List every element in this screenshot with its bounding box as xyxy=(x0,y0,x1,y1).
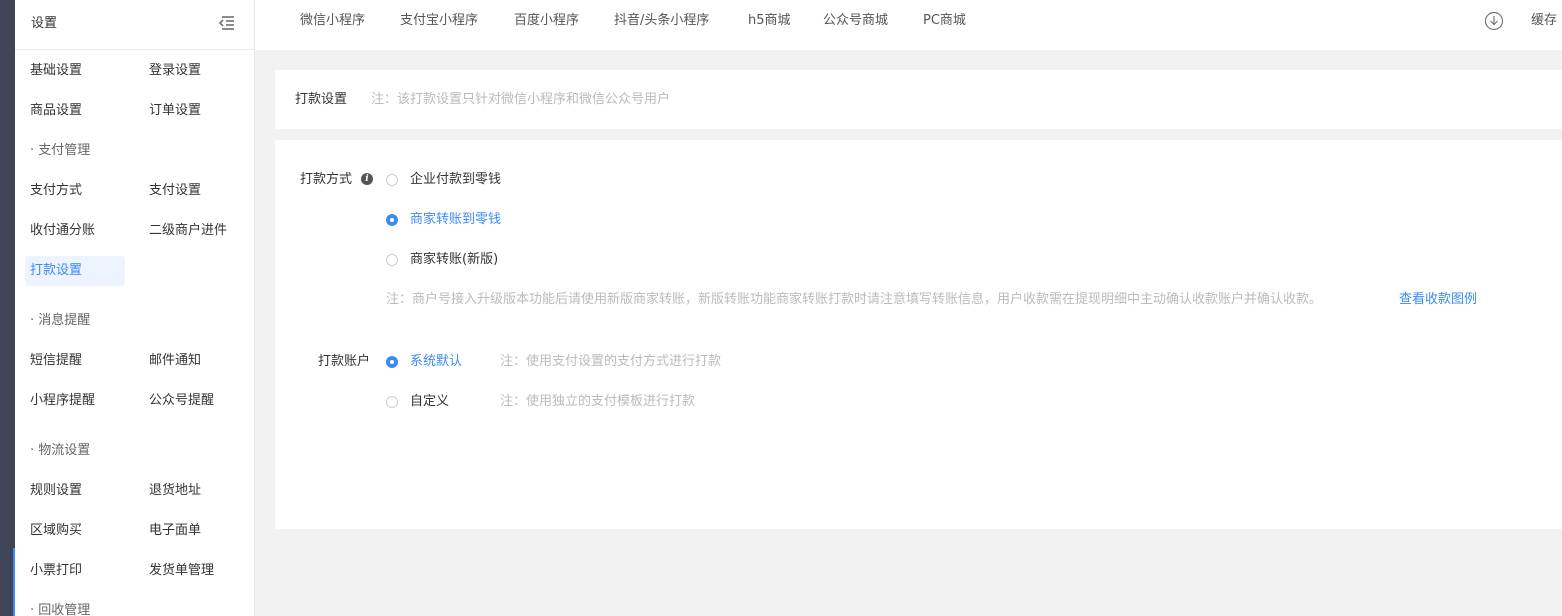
tab-baidu-miniprogram[interactable]: 百度小程序 xyxy=(514,11,579,31)
page-title: 打款设置 xyxy=(295,92,348,107)
sidebar-row: · 消息提醒 xyxy=(15,301,254,341)
radio-custom[interactable] xyxy=(386,396,398,408)
sidebar-item[interactable]: 电子面单 xyxy=(149,521,239,541)
sidebar-item[interactable]: 小票打印 xyxy=(30,561,82,581)
radio-label-custom[interactable]: 自定义 xyxy=(410,392,449,412)
sidebar-row: · 回收管理 xyxy=(15,591,254,616)
sidebar-header: 设置 xyxy=(15,0,254,50)
tab-douyin-miniprogram[interactable]: 抖音/头条小程序 xyxy=(614,11,709,31)
sidebar-section-header: · 回收管理 xyxy=(30,603,91,616)
payout-settings-form: 打款方式 i 企业付款到零钱 商家转账到零钱 商家转账(新版) 注：商户号接入升… xyxy=(275,140,1562,529)
sidebar-item[interactable]: 二级商户进件 xyxy=(149,221,239,241)
payout-account-label: 打款账户 xyxy=(318,354,371,369)
sidebar-item[interactable]: 小程序提醒 xyxy=(30,391,95,411)
radio-merchant-transfer-new[interactable] xyxy=(386,254,398,266)
tab-pc-mall[interactable]: PC商城 xyxy=(923,11,966,31)
sidebar-item[interactable]: 公众号提醒 xyxy=(149,391,239,411)
list-collapse-icon[interactable] xyxy=(218,14,236,32)
sidebar-item[interactable]: 商品设置 xyxy=(30,101,82,121)
sidebar-item[interactable]: 订单设置 xyxy=(149,101,239,121)
tab-official-account-mall[interactable]: 公众号商城 xyxy=(823,11,888,31)
radio-enterprise-payment[interactable] xyxy=(386,174,398,186)
sidebar-row: 小程序提醒 公众号提醒 xyxy=(15,381,254,421)
sidebar-item[interactable]: 基础设置 xyxy=(30,61,82,81)
sidebar-row: 收付通分账 二级商户进件 xyxy=(15,211,254,251)
radio-system-default[interactable] xyxy=(386,356,398,368)
top-platform-tabs: 微信小程序 支付宝小程序 百度小程序 抖音/头条小程序 h5商城 公众号商城 P… xyxy=(255,0,1562,50)
radio-merchant-transfer[interactable] xyxy=(386,214,398,226)
sidebar-row: 短信提醒 邮件通知 xyxy=(15,341,254,381)
sidebar-row: 支付方式 支付设置 xyxy=(15,171,254,211)
sidebar-row: 小票打印 发货单管理 xyxy=(15,551,254,591)
sidebar-row: 商品设置 订单设置 xyxy=(15,91,254,131)
payout-method-label: 打款方式 xyxy=(300,172,353,187)
sidebar-menu: 基础设置 登录设置商品设置 订单设置 · 支付管理支付方式 支付设置收付通分账 二级商户进… xyxy=(15,50,254,616)
sidebar-item[interactable]: 区域购买 xyxy=(30,521,82,541)
sidebar-row: 打款设置 xyxy=(15,251,254,291)
sidebar-section-header: · 物流设置 xyxy=(30,443,91,458)
sidebar-item[interactable]: 支付方式 xyxy=(30,181,82,201)
sidebar-item[interactable]: 收付通分账 xyxy=(30,221,95,241)
sidebar-row: · 支付管理 xyxy=(15,131,254,171)
sidebar-row: 区域购买 电子面单 xyxy=(15,511,254,551)
sidebar-row: · 物流设置 xyxy=(15,431,254,471)
sidebar-row: 规则设置 退货地址 xyxy=(15,471,254,511)
sidebar-section-header: · 支付管理 xyxy=(30,143,91,158)
radio-label-enterprise-payment[interactable]: 企业付款到零钱 xyxy=(410,170,501,190)
sidebar-section-header: · 消息提醒 xyxy=(30,313,91,328)
radio-label-merchant-transfer-new[interactable]: 商家转账(新版) xyxy=(410,250,498,270)
sidebar-title: 设置 xyxy=(31,16,58,31)
system-default-note: 注：使用支付设置的支付方式进行打款 xyxy=(500,354,722,369)
info-icon[interactable]: i xyxy=(361,173,373,185)
payout-settings-header-card: 打款设置 注：该打款设置只针对微信小程序和微信公众号用户 xyxy=(275,70,1562,129)
sidebar-item[interactable]: 规则设置 xyxy=(30,481,82,501)
settings-sidebar: 设置 基础设置 登录设置商品设置 订单设置 · 支付管理支付方式 支付设置收付通分账 二级… xyxy=(15,0,255,616)
sidebar-item[interactable]: 退货地址 xyxy=(149,481,239,501)
download-circle-icon[interactable] xyxy=(1484,11,1504,31)
tab-wechat-miniprogram[interactable]: 微信小程序 xyxy=(300,11,365,31)
sidebar-item[interactable]: 短信提醒 xyxy=(30,351,82,371)
cache-button[interactable]: 缓存 xyxy=(1531,11,1557,31)
page-note: 注：该打款设置只针对微信小程序和微信公众号用户 xyxy=(371,92,671,107)
radio-label-merchant-transfer[interactable]: 商家转账到零钱 xyxy=(410,210,501,230)
sidebar-item[interactable]: 发货单管理 xyxy=(149,561,239,581)
sidebar-item[interactable]: 登录设置 xyxy=(149,61,239,81)
tab-alipay-miniprogram[interactable]: 支付宝小程序 xyxy=(400,11,478,31)
radio-label-system-default[interactable]: 系统默认 xyxy=(410,352,462,372)
sidebar-item[interactable]: 邮件通知 xyxy=(149,351,239,371)
left-edge-bar xyxy=(0,0,15,616)
custom-note: 注：使用独立的支付模板进行打款 xyxy=(500,394,696,409)
sidebar-item-active[interactable]: 打款设置 xyxy=(25,256,125,286)
sidebar-row: 基础设置 登录设置 xyxy=(15,51,254,91)
payout-method-note: 注：商户号接入升级版本功能后请使用新版商家转账，新版转账功能商家转账打款时请注意… xyxy=(386,292,1323,307)
tab-h5-mall[interactable]: h5商城 xyxy=(748,11,791,31)
sidebar-item[interactable]: 支付设置 xyxy=(149,181,239,201)
view-receipt-example-link[interactable]: 查看收款图例 xyxy=(1399,290,1477,310)
